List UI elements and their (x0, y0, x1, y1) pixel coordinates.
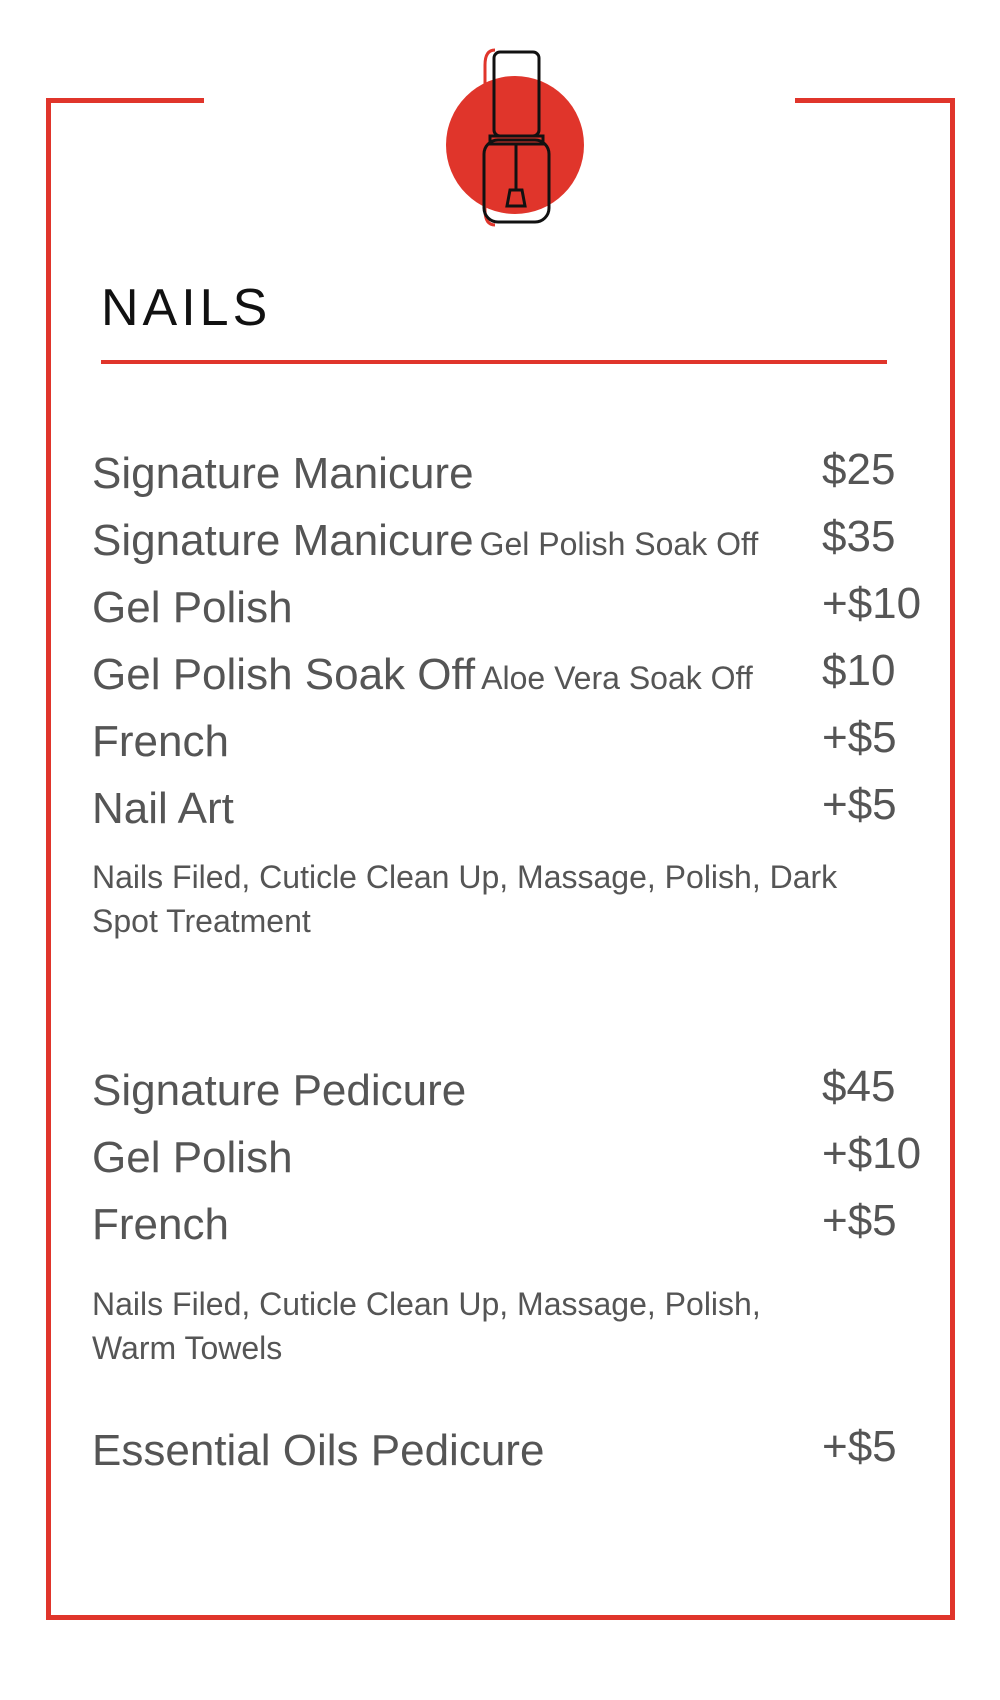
menu-item: Signature Pedicure $45 (92, 1055, 932, 1125)
item-price: +$5 (822, 713, 897, 762)
item-name: French (92, 717, 229, 766)
title-divider (101, 360, 887, 364)
item-name: Essential Oils Pedicure (92, 1426, 545, 1475)
menu-item: French +$5 (92, 706, 932, 776)
item-price: +$5 (822, 780, 897, 829)
item-price: +$10 (822, 579, 922, 628)
item-price: +$5 (822, 1422, 897, 1471)
item-name: Gel Polish (92, 1133, 293, 1182)
item-name: French (92, 1200, 229, 1249)
item-name: Gel Polish (92, 583, 293, 632)
manicure-description: Nails Filed, Cuticle Clean Up, Massage, … (92, 859, 838, 939)
item-price: $25 (822, 445, 896, 494)
menu-item: French +$5 (92, 1189, 932, 1259)
frame-left (46, 98, 51, 1620)
pedicure-description: Nails Filed, Cuticle Clean Up, Massage, … (92, 1286, 761, 1366)
item-name: Signature Pedicure (92, 1066, 467, 1115)
menu-item: Gel Polish +$10 (92, 572, 932, 642)
menu-item: Nail Art +$5 (92, 773, 932, 843)
item-price: +$5 (822, 1196, 897, 1245)
menu-item: Gel Polish Soak Off Aloe Vera Soak Off $1… (92, 639, 932, 709)
menu-item: Essential Oils Pedicure +$5 (92, 1415, 932, 1485)
item-subtitle: Gel Polish Soak Off (479, 526, 759, 562)
item-name: Signature Manicure (92, 449, 474, 498)
item-name: Nail Art (92, 784, 234, 833)
menu-item: Gel Polish +$10 (92, 1122, 932, 1192)
item-price: $10 (822, 646, 896, 695)
nail-polish-bottle-icon (435, 40, 595, 240)
frame-top-left (46, 98, 204, 103)
item-price: $45 (822, 1062, 896, 1111)
frame-bottom (46, 1615, 955, 1620)
frame-right (950, 98, 955, 1620)
menu-item: Signature Manicure Gel Polish Soak Off $3… (92, 505, 932, 575)
item-name: Signature Manicure Gel Polish Soak Off (92, 516, 759, 565)
item-name: Gel Polish Soak Off Aloe Vera Soak Off (92, 650, 753, 699)
item-price: $35 (822, 512, 896, 561)
section-title: NAILS (101, 279, 272, 337)
item-price: +$10 (822, 1129, 922, 1178)
item-subtitle: Aloe Vera Soak Off (481, 660, 753, 696)
frame-top-right (795, 98, 955, 103)
menu-item: Signature Manicure $25 (92, 438, 932, 508)
